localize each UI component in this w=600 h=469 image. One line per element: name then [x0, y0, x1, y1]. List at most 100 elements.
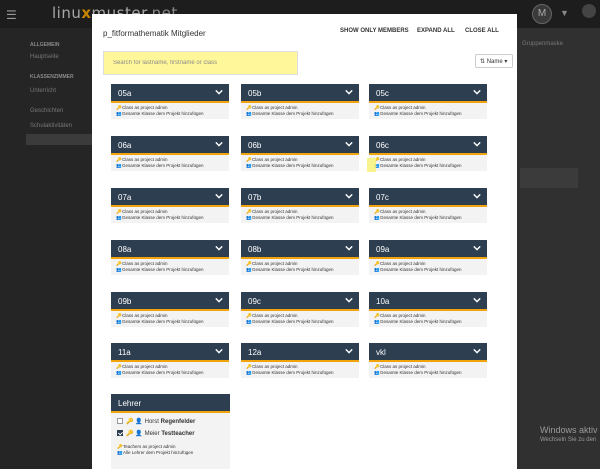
- highlight-marker: [367, 158, 376, 172]
- sidebar-item-schulaktivitaeten[interactable]: Schulaktivitäten: [30, 123, 72, 129]
- class-card-vkl: vkl 🔑Class as project admin 👥Gesamte Klass…: [369, 343, 487, 378]
- chevron-down-icon[interactable]: [345, 88, 353, 96]
- class-card-header[interactable]: 08b: [241, 240, 359, 259]
- add-class-row[interactable]: 👥Gesamte Klasse dem Projekt hinzufügen: [374, 215, 487, 221]
- add-class-row[interactable]: 👥Gesamte Klasse dem Projekt hinzufügen: [116, 370, 229, 376]
- add-class-row[interactable]: 👥Gesamte Klasse dem Projekt hinzufügen: [246, 319, 359, 325]
- add-class-label: Gesamte Klasse dem Projekt hinzufügen: [252, 318, 334, 324]
- class-admin-label: Class as project admin: [380, 209, 426, 214]
- key-icon[interactable]: 🔑: [126, 431, 133, 437]
- class-name: 11a: [118, 348, 131, 357]
- chevron-down-icon[interactable]: [345, 244, 353, 252]
- chevron-down-icon[interactable]: [215, 88, 223, 96]
- class-name: 05b: [248, 89, 262, 98]
- modal-title: p_fitformathematik Mitglieder: [103, 29, 206, 38]
- chevron-down-icon[interactable]: [345, 140, 353, 148]
- chevron-down-icon[interactable]: [215, 140, 223, 148]
- search-input[interactable]: [103, 51, 298, 75]
- sort-icon: ⇅: [480, 59, 486, 65]
- add-class-row[interactable]: 👥Gesamte Klasse dem Projekt hinzufügen: [374, 163, 487, 169]
- class-card-08b: 08b 🔑Class as project admin 👥Gesamte Klass…: [241, 240, 359, 275]
- class-admin-label: Class as project admin: [252, 313, 298, 318]
- user-avatar[interactable]: M: [532, 4, 552, 24]
- add-class-row[interactable]: 👥Gesamte Klasse dem Projekt hinzufügen: [116, 319, 229, 325]
- member-checkbox[interactable]: [117, 418, 123, 425]
- class-name: 09b: [118, 297, 132, 306]
- class-card-header[interactable]: 06b: [241, 136, 359, 155]
- add-class-row[interactable]: 👥Gesamte Klasse dem Projekt hinzufügen: [246, 215, 359, 221]
- add-class-row[interactable]: 👥Gesamte Klasse dem Projekt hinzufügen: [374, 267, 487, 273]
- chevron-down-icon[interactable]: [345, 296, 353, 304]
- add-class-row[interactable]: 👥Gesamte Klasse dem Projekt hinzufügen: [116, 163, 229, 169]
- add-class-row[interactable]: 👥Gesamte Klasse dem Projekt hinzufügen: [246, 267, 359, 273]
- chevron-down-icon[interactable]: [473, 88, 481, 96]
- chevron-down-icon[interactable]: [345, 347, 353, 355]
- class-card-header[interactable]: 10a: [369, 292, 487, 311]
- chevron-down-icon[interactable]: [473, 192, 481, 200]
- class-name: vkl: [376, 348, 386, 357]
- group-button[interactable]: Gruppenmaske: [522, 41, 563, 47]
- add-class-row[interactable]: 👥Gesamte Klasse dem Projekt hinzufügen: [246, 163, 359, 169]
- class-card-header[interactable]: 11a: [111, 343, 229, 362]
- user-icon: 👤: [135, 419, 143, 425]
- sidebar-item-geschichten[interactable]: Geschichten: [30, 108, 63, 114]
- chevron-down-icon[interactable]: [473, 140, 481, 148]
- add-class-row[interactable]: 👥Gesamte Klasse dem Projekt hinzufügen: [374, 370, 487, 376]
- chevron-down-icon[interactable]: ▼: [560, 8, 569, 18]
- class-card-header[interactable]: 09c: [241, 292, 359, 311]
- chevron-down-icon[interactable]: [473, 244, 481, 252]
- show-only-members-button[interactable]: SHOW ONLY MEMBERS: [340, 28, 409, 34]
- class-card-header[interactable]: 06a: [111, 136, 229, 155]
- member-firstname: Horst: [144, 419, 159, 425]
- add-class-label: Gesamte Klasse dem Projekt hinzufügen: [252, 110, 334, 116]
- add-class-label: Gesamte Klasse dem Projekt hinzufügen: [252, 214, 334, 220]
- close-all-button[interactable]: CLOSE ALL: [465, 28, 499, 34]
- chevron-down-icon[interactable]: [215, 296, 223, 304]
- class-card-header[interactable]: 05c: [369, 84, 487, 103]
- menu-icon[interactable]: ☰: [6, 8, 17, 22]
- add-class-label: Gesamte Klasse dem Projekt hinzufügen: [122, 266, 204, 272]
- chevron-down-icon[interactable]: [215, 192, 223, 200]
- add-class-row[interactable]: 👥Gesamte Klasse dem Projekt hinzufügen: [116, 215, 229, 221]
- class-card-header[interactable]: 07c: [369, 188, 487, 207]
- class-card-header[interactable]: 05b: [241, 84, 359, 103]
- add-class-label: Gesamte Klasse dem Projekt hinzufügen: [252, 266, 334, 272]
- add-class-row[interactable]: 👥Gesamte Klasse dem Projekt hinzufügen: [374, 111, 487, 117]
- chevron-down-icon[interactable]: [473, 296, 481, 304]
- class-card-12a: 12a 🔑Class as project admin 👥Gesamte Klass…: [241, 343, 359, 378]
- add-class-row[interactable]: 👥Gesamte Klasse dem Projekt hinzufügen: [246, 370, 359, 376]
- member-checkbox[interactable]: [117, 430, 123, 437]
- class-card-header[interactable]: 08a: [111, 240, 229, 259]
- add-class-row[interactable]: 👥Gesamte Klasse dem Projekt hinzufügen: [374, 319, 487, 325]
- class-card-header[interactable]: vkl: [369, 343, 487, 362]
- class-admin-label: Class as project admin: [122, 313, 168, 318]
- class-card-header[interactable]: 05a: [111, 84, 229, 103]
- add-class-label: Gesamte Klasse dem Projekt hinzufügen: [380, 110, 462, 116]
- sidebar-item-hauptseite[interactable]: Hauptseite: [30, 54, 59, 60]
- add-class-row[interactable]: 👥Gesamte Klasse dem Projekt hinzufügen: [116, 267, 229, 273]
- class-card-header[interactable]: 09b: [111, 292, 229, 311]
- class-card-header[interactable]: 06c: [369, 136, 487, 155]
- class-card-header[interactable]: 09a: [369, 240, 487, 259]
- teacher-group-header[interactable]: Lehrer: [111, 394, 230, 413]
- chevron-down-icon[interactable]: [215, 347, 223, 355]
- chevron-down-icon[interactable]: [215, 244, 223, 252]
- class-admin-label: Class as project admin: [380, 261, 426, 266]
- windows-activation-watermark: Windows aktiv Wechseln Sie zu den: [540, 425, 598, 443]
- class-card-09c: 09c 🔑Class as project admin 👥Gesamte Klass…: [241, 292, 359, 327]
- class-card-header[interactable]: 07a: [111, 188, 229, 207]
- add-class-row[interactable]: 👥Gesamte Klasse dem Projekt hinzufügen: [116, 111, 229, 117]
- class-card-header[interactable]: 07b: [241, 188, 359, 207]
- chevron-down-icon[interactable]: [473, 347, 481, 355]
- key-icon[interactable]: 🔑: [126, 419, 133, 425]
- expand-all-button[interactable]: EXPAND ALL: [417, 28, 455, 34]
- add-all-teachers-row[interactable]: 👥Alle Lehrer dem Projekt hinzufügen: [117, 450, 230, 456]
- sidebar-item-unterricht[interactable]: Unterricht: [30, 88, 56, 94]
- class-name: 08b: [248, 245, 262, 254]
- add-class-row[interactable]: 👥Gesamte Klasse dem Projekt hinzufügen: [246, 111, 359, 117]
- chevron-down-icon[interactable]: [345, 192, 353, 200]
- watermark-title: Windows aktiv: [540, 425, 598, 435]
- class-admin-label: Class as project admin: [252, 209, 298, 214]
- class-card-header[interactable]: 12a: [241, 343, 359, 362]
- sort-dropdown[interactable]: ⇅ Name ▾: [475, 54, 513, 68]
